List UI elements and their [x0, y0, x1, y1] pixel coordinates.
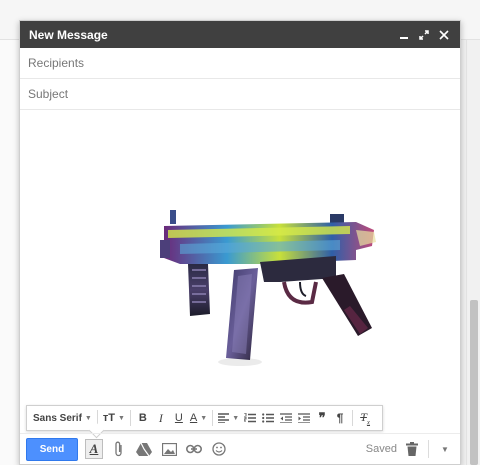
insert-link-button[interactable] [185, 439, 203, 459]
align-dropdown[interactable]: ▼ [216, 408, 241, 428]
italic-icon: I [158, 410, 163, 425]
chevron-down-icon: ▼ [200, 414, 208, 422]
submachine-gun-image [160, 210, 376, 366]
align-icon [218, 413, 230, 423]
indent-less-button[interactable] [277, 408, 295, 428]
indent-less-icon [280, 413, 293, 423]
chevron-down-icon: ▼ [232, 414, 240, 422]
compose-window: New Message Recipients Subject Sans Seri… [19, 20, 461, 465]
quote-button[interactable]: ❞ [313, 408, 331, 428]
chevron-down-icon: ▼ [117, 414, 125, 422]
remove-formatting-icon: Tx [360, 409, 371, 427]
quote-icon: ❞ [318, 410, 326, 425]
indent-more-icon [298, 413, 311, 423]
paragraph-button[interactable]: ¶ [331, 408, 349, 428]
indent-more-button[interactable] [295, 408, 313, 428]
compose-title: New Message [29, 27, 108, 42]
formatting-toolbar: Sans Serif ▼ тT ▼ B I U A ▼ ▼ ❞ ¶ Tx [26, 405, 383, 431]
text-format-icon: A [89, 441, 99, 456]
photo-icon [161, 442, 177, 456]
compose-titlebar[interactable]: New Message [20, 21, 460, 48]
numbered-list-icon [244, 413, 257, 423]
page-scrollbar[interactable] [466, 40, 480, 465]
drive-icon [136, 442, 152, 456]
text-color-dropdown[interactable]: A ▼ [188, 408, 209, 428]
trash-icon [406, 442, 418, 456]
remove-formatting-button[interactable]: Tx [356, 408, 374, 428]
compose-bottom-toolbar: Send A Saved ▼ [20, 433, 460, 464]
insert-photo-button[interactable] [160, 439, 178, 459]
toolbar-divider [129, 410, 131, 426]
link-icon [186, 444, 202, 454]
insert-emoji-button[interactable] [210, 439, 228, 459]
font-size-icon: тT [102, 412, 115, 424]
font-family-label: Sans Serif [33, 412, 82, 424]
paperclip-icon [115, 441, 122, 457]
minimize-icon[interactable] [396, 27, 412, 43]
text-color-icon: A [189, 412, 198, 424]
bold-icon: B [138, 412, 147, 424]
paragraph-icon: ¶ [336, 411, 344, 425]
toolbar-divider [212, 410, 214, 426]
emoji-icon [212, 442, 226, 456]
subject-row [20, 79, 460, 110]
expand-icon[interactable] [416, 27, 432, 43]
font-family-dropdown[interactable]: Sans Serif ▼ [31, 408, 94, 428]
attach-files-button[interactable] [110, 439, 128, 459]
bulleted-list-icon [262, 413, 275, 423]
save-status: Saved [365, 443, 397, 455]
close-icon[interactable] [436, 27, 452, 43]
toolbar-divider [428, 440, 429, 458]
toolbar-divider [96, 410, 98, 426]
italic-button[interactable]: I [152, 408, 170, 428]
formatting-options-button[interactable]: A [85, 439, 103, 459]
page-left-background [0, 40, 20, 465]
recipients-input[interactable] [28, 56, 452, 70]
message-body[interactable] [20, 110, 460, 400]
insert-drive-button[interactable] [135, 439, 153, 459]
chevron-down-icon: ▼ [84, 414, 92, 422]
more-options-button[interactable]: ▼ [436, 439, 454, 459]
subject-input[interactable] [28, 87, 452, 101]
numbered-list-button[interactable] [241, 408, 259, 428]
scrollbar-thumb[interactable] [470, 300, 478, 465]
font-size-dropdown[interactable]: тT ▼ [101, 408, 127, 428]
send-button[interactable]: Send [26, 437, 78, 461]
discard-draft-button[interactable] [403, 439, 421, 459]
chevron-down-icon: ▼ [441, 444, 449, 454]
underline-icon: U [174, 412, 183, 424]
recipients-row [20, 48, 460, 79]
bold-button[interactable]: B [134, 408, 152, 428]
underline-button[interactable]: U [170, 408, 188, 428]
toolbar-divider [352, 410, 354, 426]
bulleted-list-button[interactable] [259, 408, 277, 428]
